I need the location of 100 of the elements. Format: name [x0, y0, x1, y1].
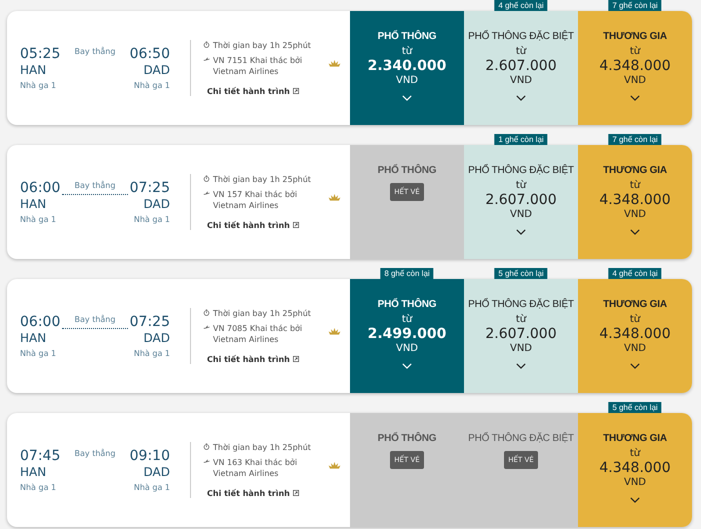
chevron-down-icon[interactable]: [516, 95, 526, 101]
departure-airport: HAN: [20, 197, 48, 211]
fare-class-name: PHỔ THÔNG: [378, 31, 436, 42]
from-label: từ: [402, 314, 412, 325]
fare-price: 2.607.000: [485, 58, 557, 74]
operator-text: VN 157 Khai thác bởi Vietnam Airlines: [213, 189, 298, 211]
chevron-down-icon[interactable]: [630, 229, 640, 235]
flight-duration: Thời gian bay 1h 25phút: [213, 40, 311, 51]
currency: VND: [396, 343, 418, 354]
from-label: từ: [630, 180, 640, 191]
arrival-terminal: Nhà ga 1: [134, 215, 170, 224]
arrival-airport: DAD: [144, 331, 170, 345]
route-type: Bay thẳng: [74, 181, 116, 190]
fare-class-name: THƯƠNG GIA: [603, 433, 667, 444]
fare-option[interactable]: PHỔ THÔNG ĐẶC BIỆT từ 2.607.000 VND: [464, 145, 578, 259]
seats-left-badge: 7 ghế còn lại: [608, 0, 662, 11]
fare-class-name: THƯƠNG GIA: [603, 299, 667, 310]
seats-left-badge: 5 ghế còn lại: [608, 402, 662, 413]
fare-option[interactable]: THƯƠNG GIA từ 4.348.000 VND: [578, 279, 692, 393]
chevron-down-icon[interactable]: [516, 229, 526, 235]
fare-option[interactable]: PHỔ THÔNG từ 2.340.000 VND: [350, 11, 464, 125]
currency: VND: [510, 75, 532, 86]
fare-option[interactable]: THƯƠNG GIA từ 4.348.000 VND: [578, 145, 692, 259]
arrival-airport: DAD: [144, 63, 170, 77]
chevron-down-icon[interactable]: [516, 363, 526, 369]
currency: VND: [624, 75, 646, 86]
fare-class-name: PHỔ THÔNG: [378, 433, 436, 444]
seats-left-badge: 7 ghế còn lại: [608, 134, 662, 145]
chevron-down-icon[interactable]: [630, 95, 640, 101]
operator-text: VN 7151 Khai thác bởi Vietnam Airlines: [213, 55, 304, 77]
currency: VND: [624, 209, 646, 220]
departure-airport: HAN: [20, 465, 48, 479]
fare-class-name: PHỔ THÔNG ĐẶC BIỆT: [468, 31, 574, 42]
route-type: Bay thẳng: [74, 47, 116, 56]
seats-left-badge: 4 ghế còn lại: [608, 268, 662, 279]
seats-left-badge: 8 ghế còn lại: [380, 268, 434, 279]
from-label: từ: [516, 46, 526, 57]
arrival-airport: DAD: [144, 465, 170, 479]
fare-option[interactable]: PHỔ THÔNG ĐẶC BIỆT từ 2.607.000 VND: [464, 279, 578, 393]
fare-price: 2.499.000: [368, 326, 446, 342]
chevron-down-icon[interactable]: [630, 363, 640, 369]
departure-time: 07:45: [20, 448, 60, 465]
departure-airport: HAN: [20, 331, 48, 345]
arrival-terminal: Nhà ga 1: [134, 483, 170, 492]
from-label: từ: [402, 46, 412, 57]
route-type: Bay thẳng: [74, 449, 116, 458]
stopwatch-icon: [203, 443, 210, 450]
arrival-time: 07:25: [130, 314, 170, 331]
fare-price: 2.607.000: [485, 326, 557, 342]
airplane-icon: [203, 56, 210, 63]
seats-left-badge: 5 ghế còn lại: [494, 268, 548, 279]
chevron-down-icon[interactable]: [630, 497, 640, 503]
itinerary-details-link[interactable]: Chi tiết hành trình: [207, 355, 343, 364]
airplane-icon: [203, 458, 210, 465]
fare-price: 4.348.000: [599, 58, 671, 74]
departure-time: 06:00: [20, 180, 60, 197]
itinerary-details-link[interactable]: Chi tiết hành trình: [207, 221, 343, 230]
fare-price: 2.340.000: [368, 58, 446, 74]
fare-class-name: PHỔ THÔNG ĐẶC BIỆT: [468, 433, 574, 444]
fare-option[interactable]: PHỔ THÔNG từ 2.499.000 VND: [350, 279, 464, 393]
fare-price: 4.348.000: [599, 326, 671, 342]
fare-class-name: THƯƠNG GIA: [603, 165, 667, 176]
external-link-icon: [292, 88, 299, 94]
itinerary-details-link[interactable]: Chi tiết hành trình: [207, 489, 343, 498]
external-link-icon: [292, 222, 299, 228]
fare-class-name: THƯƠNG GIA: [603, 31, 667, 42]
currency: VND: [624, 343, 646, 354]
flight-duration: Thời gian bay 1h 25phút: [213, 174, 311, 185]
arrival-time: 06:50: [130, 46, 170, 63]
departure-time: 05:25: [20, 46, 60, 63]
departure-terminal: Nhà ga 1: [20, 483, 58, 492]
stopwatch-icon: [203, 41, 210, 48]
arrival-time: 09:10: [130, 448, 170, 465]
from-label: từ: [516, 314, 526, 325]
fare-class-name: PHỔ THÔNG ĐẶC BIỆT: [468, 299, 574, 310]
lotus-logo-icon: [328, 193, 341, 202]
airplane-icon: [203, 190, 210, 197]
stopwatch-icon: [203, 309, 210, 316]
departure-time: 06:00: [20, 314, 60, 331]
fare-price: 4.348.000: [599, 460, 671, 476]
fare-option[interactable]: PHỔ THÔNG ĐẶC BIỆT từ 2.607.000 VND: [464, 11, 578, 125]
fare-price: 2.607.000: [485, 192, 557, 208]
itinerary-details-link[interactable]: Chi tiết hành trình: [207, 87, 343, 96]
from-label: từ: [630, 314, 640, 325]
currency: VND: [396, 75, 418, 86]
fare-class-name: PHỔ THÔNG: [378, 165, 436, 176]
departure-terminal: Nhà ga 1: [20, 349, 58, 358]
airplane-icon: [203, 324, 210, 331]
fare-option[interactable]: THƯƠNG GIA từ 4.348.000 VND: [578, 11, 692, 125]
departure-airport: HAN: [20, 63, 48, 77]
seats-left-badge: 1 ghế còn lại: [494, 134, 548, 145]
lotus-logo-icon: [328, 59, 341, 68]
flight-duration: Thời gian bay 1h 25phút: [213, 308, 311, 319]
departure-terminal: Nhà ga 1: [20, 215, 58, 224]
fare-class-name: PHỔ THÔNG ĐẶC BIỆT: [468, 165, 574, 176]
currency: VND: [510, 209, 532, 220]
fare-option[interactable]: THƯƠNG GIA từ 4.348.000 VND: [578, 413, 692, 527]
arrival-time: 07:25: [130, 180, 170, 197]
lotus-logo-icon: [328, 461, 341, 470]
stopwatch-icon: [203, 175, 210, 182]
